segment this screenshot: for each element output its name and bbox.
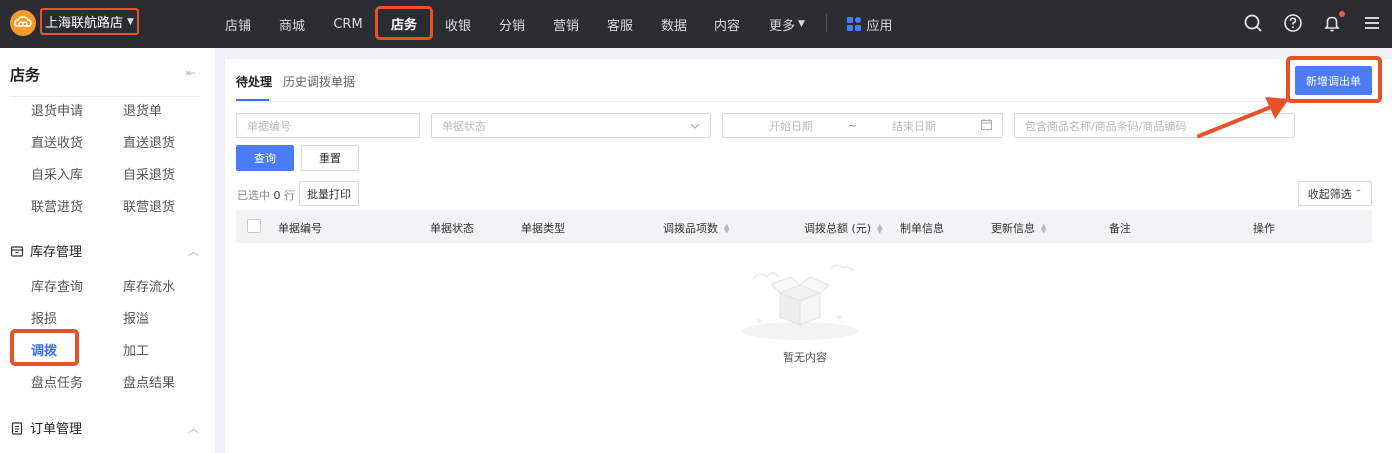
sort-icon[interactable]: ▲ ▼	[1041, 223, 1046, 235]
sidebar-item-direct-return[interactable]: 直送退货	[123, 132, 175, 151]
store-name: 上海联航路店	[45, 16, 124, 31]
clipboard-icon	[11, 421, 23, 435]
reset-button[interactable]: 重置	[301, 145, 359, 171]
empty-state-text: 暂无内容	[783, 351, 827, 364]
sidebar-item-loss-report[interactable]: 报损	[31, 308, 57, 327]
selected-count-text: 已选中 0 行	[237, 187, 295, 203]
nav-apps-label: 应用	[866, 18, 893, 34]
sort-icon[interactable]: ▲ ▼	[724, 223, 729, 235]
nav-mall[interactable]: 商城	[276, 0, 308, 48]
selected-count: 0	[273, 189, 281, 202]
batch-print-button[interactable]: 批量打印	[299, 181, 359, 206]
sidebar-item-inventory-flow[interactable]: 库存流水	[123, 276, 175, 295]
nav-shop[interactable]: 店铺	[222, 0, 254, 48]
column-update-info[interactable]: 更新信息 ▲ ▼	[991, 220, 1046, 236]
chevron-up-icon: ⌃	[1354, 188, 1363, 199]
sidebar-item-return-order[interactable]: 退货单	[123, 100, 162, 119]
column-order-number: 单据编号	[278, 222, 322, 235]
selected-prefix: 已选中	[237, 189, 270, 202]
nav-distribution[interactable]: 分销	[496, 0, 528, 48]
order-status-select[interactable]: 单据状态	[431, 113, 711, 138]
calendar-icon	[981, 118, 992, 133]
order-number-input[interactable]: 单据编号	[236, 113, 420, 138]
empty-box-illustration	[742, 264, 858, 340]
sidebar-item-self-purchase-return[interactable]: 自采退货	[123, 164, 175, 183]
sidebar-title: 店务	[10, 66, 41, 84]
sidebar-item-return-request[interactable]: 退货申请	[31, 100, 83, 119]
sidebar-item-inventory-query[interactable]: 库存查询	[31, 276, 83, 295]
column-order-type: 单据类型	[521, 222, 565, 235]
nav-apps[interactable]: 应用	[845, 0, 895, 48]
column-creator-info: 制单信息	[900, 222, 944, 235]
column-order-status: 单据状态	[430, 222, 474, 235]
query-button[interactable]: 查询	[236, 145, 294, 171]
column-item-count[interactable]: 调拨品项数 ▲ ▼	[663, 220, 729, 236]
store-switcher[interactable]: 上海联航路店 ▼	[40, 8, 139, 35]
date-range-picker[interactable]: 开始日期 ~ 结束日期	[722, 113, 1003, 138]
column-remarks: 备注	[1109, 222, 1131, 235]
sort-icon[interactable]: ▲ ▼	[877, 223, 882, 235]
sidebar-item-overflow-report[interactable]: 报溢	[123, 308, 149, 327]
nav-cashier[interactable]: 收银	[442, 0, 474, 48]
search-icon[interactable]	[1242, 12, 1264, 34]
brand-logo-icon[interactable]	[10, 10, 36, 36]
collapse-filter-label: 收起筛选	[1307, 187, 1352, 201]
notification-dot	[1339, 11, 1345, 17]
top-navigation-bar: 上海联航路店 ▼ 店铺 商城 CRM 店务 收银 分销 营销 客服 数据 内容 …	[0, 0, 1392, 48]
column-update-info-label: 更新信息	[991, 222, 1035, 235]
sidebar-item-joint-return[interactable]: 联营退货	[123, 196, 175, 215]
nav-customer-service[interactable]: 客服	[604, 0, 636, 48]
end-date-placeholder: 结束日期	[892, 119, 936, 133]
tab-history-transfers[interactable]: 历史调拨单据	[283, 73, 355, 90]
sidebar-group-inventory-label: 库存管理	[30, 245, 83, 260]
sidebar-item-stocktake-task[interactable]: 盘点任务	[31, 372, 83, 391]
box-icon	[10, 245, 24, 257]
chevron-down-icon	[690, 119, 700, 132]
apps-grid-icon	[847, 17, 862, 31]
sidebar-item-transfer[interactable]: 调拨	[31, 340, 57, 359]
collapse-filter-button[interactable]: 收起筛选 ⌃	[1298, 181, 1372, 206]
new-transfer-out-button[interactable]: 新增调出单	[1295, 66, 1372, 95]
sidebar-item-joint-stock-in[interactable]: 联营进货	[31, 196, 83, 215]
sidebar-item-processing[interactable]: 加工	[123, 340, 149, 359]
nav-more-label: 更多	[769, 18, 796, 34]
nav-more[interactable]: 更多 ▼	[765, 0, 809, 48]
tab-pending[interactable]: 待处理	[236, 73, 272, 90]
start-date-placeholder: 开始日期	[769, 119, 813, 133]
column-actions: 操作	[1253, 222, 1275, 235]
chevron-up-icon[interactable]: ︿	[188, 420, 199, 436]
annotation-arrow-icon	[1197, 97, 1289, 138]
sidebar-group-orders[interactable]: 订单管理	[10, 418, 82, 437]
column-item-count-label: 调拨品项数	[663, 222, 718, 235]
sidebar-group-inventory[interactable]: 库存管理	[10, 241, 82, 260]
date-range-separator: ~	[848, 119, 858, 132]
column-total-amount-label: 调拨总额 (元)	[804, 222, 872, 235]
nav-crm[interactable]: CRM	[330, 0, 366, 48]
column-total-amount[interactable]: 调拨总额 (元) ▲ ▼	[804, 220, 882, 236]
chevron-down-icon: ▼	[127, 16, 134, 27]
order-status-placeholder: 单据状态	[442, 119, 486, 133]
table-header: 单据编号 单据状态 单据类型 调拨品项数 ▲ ▼ 调拨总额 (元) ▲ ▼ 制单信息 更…	[236, 210, 1372, 243]
selected-suffix: 行	[284, 189, 295, 202]
sidebar-group-orders-label: 订单管理	[30, 422, 83, 437]
sidebar: 店务 ⇤ 退货申请 退货单 直送收货 直送退货 自采入库 自采退货 联营进货 联…	[0, 48, 215, 453]
help-icon[interactable]	[1282, 12, 1304, 34]
menu-icon[interactable]	[1361, 12, 1383, 34]
collapse-sidebar-icon[interactable]: ⇤	[186, 66, 196, 80]
nav-marketing[interactable]: 营销	[550, 0, 582, 48]
nav-content[interactable]: 内容	[711, 0, 743, 48]
chevron-up-icon[interactable]: ︿	[188, 243, 199, 259]
sidebar-divider	[10, 96, 200, 97]
active-tab-indicator	[236, 99, 269, 101]
nav-data[interactable]: 数据	[658, 0, 690, 48]
chevron-down-icon: ▼	[798, 19, 805, 29]
nav-store-affairs[interactable]: 店务	[375, 6, 433, 40]
sidebar-item-stocktake-result[interactable]: 盘点结果	[123, 372, 175, 391]
nav-divider	[826, 14, 827, 32]
select-all-checkbox[interactable]	[247, 219, 261, 233]
sidebar-item-self-purchase-in[interactable]: 自采入库	[31, 164, 83, 183]
sidebar-item-direct-receive[interactable]: 直送收货	[31, 132, 83, 151]
